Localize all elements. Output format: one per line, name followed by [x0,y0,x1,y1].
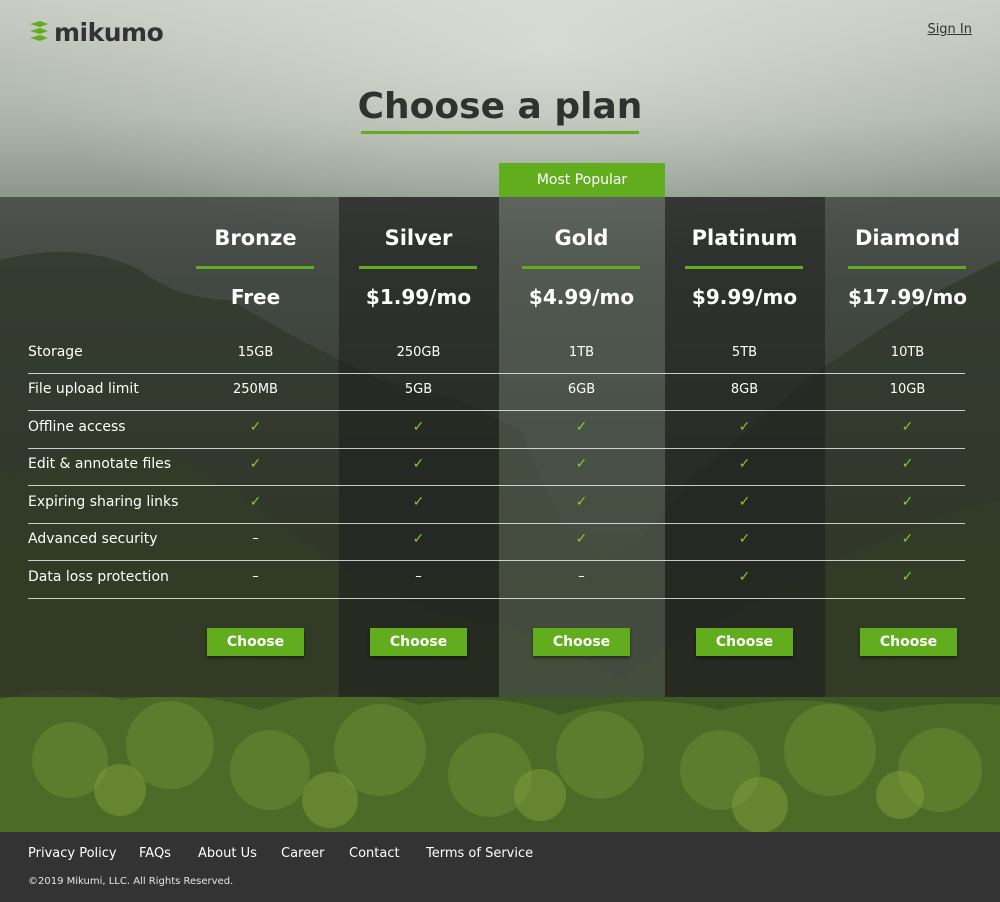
check-icon: ✓ [575,531,588,547]
check-icon: ✓ [249,494,262,510]
plan-underline-gold [522,266,640,269]
brand-name: mikumo [54,17,164,47]
check-icon: ✓ [249,456,262,472]
dash-icon: – [578,569,585,584]
footer-link-faqs[interactable]: FAQs [139,846,171,861]
footer-link-privacy[interactable]: Privacy Policy [28,846,117,861]
plan-price-bronze: Free [230,285,281,309]
footer-link-career[interactable]: Career [281,846,324,861]
check-icon: ✓ [412,419,425,435]
plan-underline-diamond [848,266,966,269]
silver-column-bg [339,197,499,697]
check-icon: ✓ [412,494,425,510]
check-icon: ✓ [738,569,751,585]
platinum-column-bg [665,197,825,697]
check-icon: ✓ [738,419,751,435]
gold-column-bg [499,197,665,697]
feature-value: 10TB [890,345,925,360]
row-divider [28,373,965,374]
plan-name-silver: Silver [384,226,453,250]
site-footer: Privacy Policy FAQs About Us Career Cont… [0,832,1000,902]
check-icon: ✓ [575,419,588,435]
plan-price-gold: $4.99/mo [528,285,635,309]
feature-value: 10GB [889,382,926,397]
feature-value: 5TB [731,345,758,360]
plan-price-silver: $1.99/mo [365,285,472,309]
feature-value: 250MB [233,382,278,397]
check-icon: ✓ [901,569,914,585]
row-divider [28,448,965,449]
row-divider [28,560,965,561]
choose-silver-button[interactable]: Choose [370,628,467,656]
check-icon: ✓ [901,494,914,510]
most-popular-badge: Most Popular [499,163,665,197]
logo-stripes-icon [30,21,48,41]
copyright-text: ©2019 Mikumi, LLC. All Rights Reserved. [28,876,234,887]
brand-logo[interactable]: mikumo [28,16,164,48]
feature-value: 6GB [567,382,596,397]
check-icon: ✓ [575,456,588,472]
choose-diamond-button[interactable]: Choose [860,628,957,656]
plan-price-diamond: $17.99/mo [847,285,968,309]
plan-underline-silver [359,266,477,269]
feature-label-data-loss-protection: Data loss protection [28,569,169,585]
choose-bronze-button[interactable]: Choose [207,628,304,656]
feature-value: 250GB [396,345,441,360]
check-icon: ✓ [901,456,914,472]
plan-price-platinum: $9.99/mo [691,285,798,309]
footer-link-about[interactable]: About Us [198,846,257,861]
dash-icon: – [415,569,422,584]
feature-value: 5GB [404,382,433,397]
check-icon: ✓ [738,494,751,510]
check-icon: ✓ [901,419,914,435]
feature-label-upload-limit: File upload limit [28,381,139,397]
feature-value: 8GB [730,382,759,397]
feature-label-storage: Storage [28,344,83,360]
title-underline [361,131,639,134]
choose-gold-button[interactable]: Choose [533,628,630,656]
plan-name-diamond: Diamond [854,226,961,250]
dash-icon: – [252,531,259,546]
page-title: Choose a plan [357,86,643,127]
feature-value: 15GB [237,345,274,360]
feature-label-advanced-security: Advanced security [28,531,158,547]
row-divider [28,598,965,599]
check-icon: ✓ [575,494,588,510]
feature-label-expiring-links: Expiring sharing links [28,494,179,510]
plan-name-platinum: Platinum [691,226,798,250]
check-icon: ✓ [738,456,751,472]
row-divider [28,485,965,486]
plan-name-gold: Gold [554,226,609,250]
footer-link-contact[interactable]: Contact [349,846,400,861]
choose-platinum-button[interactable]: Choose [696,628,793,656]
row-divider [28,410,965,411]
feature-value: 1TB [568,345,595,360]
check-icon: ✓ [412,456,425,472]
row-divider [28,523,965,524]
plan-name-bronze: Bronze [214,226,297,250]
feature-label-offline-access: Offline access [28,419,126,435]
dash-icon: – [252,569,259,584]
plan-underline-platinum [685,266,803,269]
check-icon: ✓ [412,531,425,547]
check-icon: ✓ [249,419,262,435]
site-header: mikumo Sign In [0,0,1000,64]
check-icon: ✓ [901,531,914,547]
plan-underline-bronze [196,266,314,269]
feature-label-edit-annotate: Edit & annotate files [28,456,172,472]
check-icon: ✓ [738,531,751,547]
sign-in-link[interactable]: Sign In [927,22,972,37]
footer-link-terms[interactable]: Terms of Service [426,846,533,861]
